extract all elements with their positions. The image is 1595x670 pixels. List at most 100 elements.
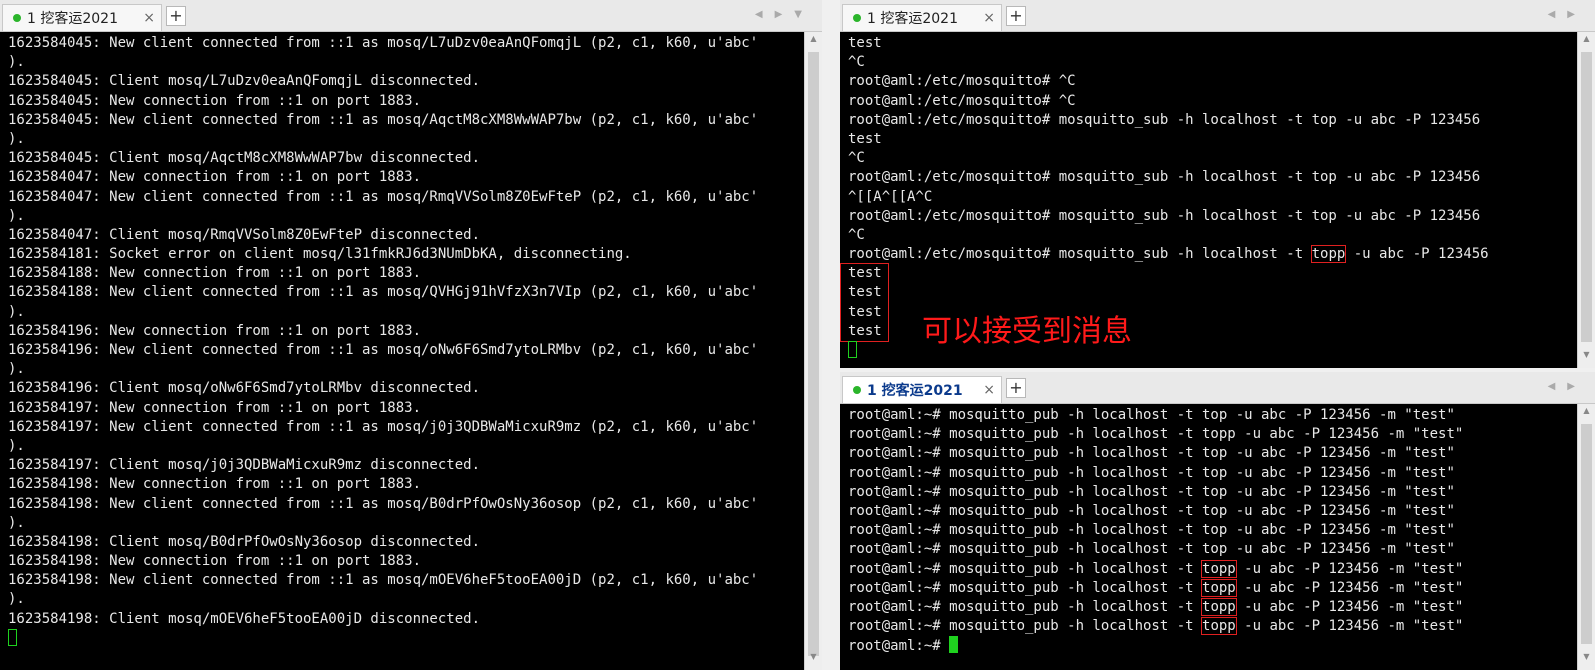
log-line: ). [8,130,25,147]
log-line: 1623584196: New client connected from ::… [8,342,759,358]
left-session-tab[interactable]: 1 挖客运2021 × [2,4,162,31]
tab-nav-arrows-icon[interactable]: ◀▶▼ [755,9,814,20]
top-right-tabbar: 1 挖客运2021 × + ◀▶ [840,0,1595,32]
tab-nav-arrows-icon[interactable]: ◀▶ [1548,381,1587,392]
close-tab-icon[interactable]: × [983,10,995,26]
command-prefix: root@aml:~# mosquitto_pub -h localhost -… [848,618,1203,635]
terminal-line: ^C [848,226,865,243]
log-line: ). [8,361,25,378]
command-prefix: root@aml:~# mosquitto_pub -h localhost -… [848,579,1203,596]
command-suffix: -u abc -P 123456 -m "test" [1235,598,1464,615]
log-line: 1623584198: Client mosq/B0drPfOwOsNy36os… [8,533,481,550]
publish-topp-command: root@aml:~# mosquitto_pub -h localhost -… [848,559,1577,579]
log-line: 1623584197: Client mosq/j0j3QDBWaMicxuR9… [8,457,481,474]
log-line: ). [8,54,25,71]
publish-command: root@aml:~# mosquitto_pub -h localhost -… [848,541,1455,558]
publish-command: root@aml:~# mosquitto_pub -h localhost -… [848,426,1464,443]
received-message: test [848,322,882,339]
received-messages-box: test test test test [840,263,889,342]
log-line: 1623584198: New connection from ::1 on p… [8,553,422,570]
publisher-terminal-output[interactable]: root@aml:~# mosquitto_pub -h localhost -… [840,404,1577,670]
log-line: 1623584198: Client mosq/mOEV6heF5tooEA00… [8,610,481,627]
publish-topp-command: root@aml:~# mosquitto_pub -h localhost -… [848,617,1577,636]
scroll-up-icon[interactable]: ▲ [1578,406,1595,422]
bottom-right-scrollbar[interactable]: ▲ ▼ [1577,404,1595,670]
log-line: ). [8,303,25,320]
command-prefix: root@aml:/etc/mosquitto# mosquitto_sub -… [848,246,1312,263]
add-tab-button[interactable]: + [1006,378,1026,398]
publisher-terminal-pane: 1 挖客运2021 × + ◀▶ root@aml:~# mosquitto_p… [840,372,1595,670]
highlighted-topic: topp [1201,578,1237,597]
log-line: 1623584188: New connection from ::1 on p… [8,265,422,282]
command-suffix: -u abc -P 123456 -m "test" [1235,618,1464,635]
highlighted-topic: topp [1310,245,1347,264]
log-line: ). [8,591,25,608]
log-line: 1623584197: New connection from ::1 on p… [8,399,422,416]
tab-label: 1 挖客运2021 [27,11,118,27]
subscribe-topp-command: root@aml:/etc/mosquitto# mosquitto_sub -… [848,245,1577,264]
log-line: ). [8,514,25,531]
terminal-line: ^C [848,150,865,167]
log-line: 1623584181: Socket error on client mosq/… [8,246,632,263]
terminal-line: root@aml:/etc/mosquitto# mosquitto_sub -… [848,111,1481,128]
log-line: 1623584047: New connection from ::1 on p… [8,169,422,186]
highlighted-topic: topp [1201,617,1237,636]
command-prefix: root@aml:~# mosquitto_pub -h localhost -… [848,560,1203,577]
prompt-line: root@aml:~# [848,636,1577,655]
status-dot-icon [13,14,21,22]
publish-command: root@aml:~# mosquitto_pub -h localhost -… [848,445,1455,462]
terminal-line: root@aml:/etc/mosquitto# ^C [848,92,1076,109]
scroll-down-icon[interactable]: ▼ [1578,350,1595,366]
status-dot-icon [853,386,861,394]
subscriber-session-tab[interactable]: 1 挖客运2021 × [842,4,1002,31]
terminal-cursor [8,628,17,646]
log-line: 1623584047: New client connected from ::… [8,188,759,205]
close-tab-icon[interactable]: × [143,10,155,26]
received-message: test [848,303,882,320]
command-prefix: root@aml:~# mosquitto_pub -h localhost -… [848,598,1203,615]
received-message: test [848,284,882,301]
left-scrollbar[interactable]: ▲ ▼ [804,32,822,670]
cursor-line [8,628,804,648]
terminal-line: test [848,35,882,51]
publish-command: root@aml:~# mosquitto_pub -h localhost -… [848,407,1455,423]
tab-nav-arrows-icon[interactable]: ◀▶ [1548,9,1587,20]
publish-command: root@aml:~# mosquitto_pub -h localhost -… [848,483,1455,500]
pane-divider[interactable] [822,0,840,670]
log-line: 1623584045: Client mosq/L7uDzv0eaAnQFomq… [8,73,481,90]
received-message: test [848,265,882,282]
tab-label: 1 挖客运2021 [867,383,963,399]
scroll-thumb[interactable] [1581,52,1592,342]
scroll-thumb[interactable] [1581,424,1592,644]
scroll-up-icon[interactable]: ▲ [805,34,822,50]
scroll-down-icon[interactable]: ▼ [1578,652,1595,668]
terminal-line: test [848,130,882,147]
terminal-cursor [848,341,857,359]
log-line: 1623584045: New client connected from ::… [8,35,759,51]
close-tab-icon[interactable]: × [983,382,995,398]
left-tabbar: 1 挖客运2021 × + ◀▶▼ [0,0,822,32]
command-suffix: -u abc -P 123456 [1345,246,1489,263]
scroll-up-icon[interactable]: ▲ [1578,34,1595,50]
highlighted-topic: topp [1201,559,1237,578]
terminal-line: ^C [848,54,865,71]
publish-command: root@aml:~# mosquitto_pub -h localhost -… [848,502,1455,519]
log-line: 1623584188: New client connected from ::… [8,284,759,301]
terminal-line: root@aml:/etc/mosquitto# ^C [848,73,1076,90]
tab-label: 1 挖客运2021 [867,11,958,27]
log-line: 1623584045: Client mosq/AqctM8cXM8WwWAP7… [8,150,481,167]
left-terminal-output[interactable]: 1623584045: New client connected from ::… [0,32,804,670]
add-tab-button[interactable]: + [1006,6,1026,26]
scroll-thumb[interactable] [808,52,819,656]
command-suffix: -u abc -P 123456 -m "test" [1235,560,1464,577]
terminal-line: root@aml:/etc/mosquitto# mosquitto_sub -… [848,207,1481,224]
annotation-text: 可以接受到消息 [922,314,1132,349]
log-line: 1623584045: New connection from ::1 on p… [8,92,422,109]
log-line: 1623584198: New connection from ::1 on p… [8,476,422,493]
log-line: 1623584196: New connection from ::1 on p… [8,322,422,339]
top-right-scrollbar[interactable]: ▲ ▼ [1577,32,1595,368]
add-tab-button[interactable]: + [166,6,186,26]
publisher-session-tab[interactable]: 1 挖客运2021 × [842,376,1002,403]
log-line: 1623584045: New client connected from ::… [8,111,759,128]
scroll-down-icon[interactable]: ▼ [805,652,822,668]
